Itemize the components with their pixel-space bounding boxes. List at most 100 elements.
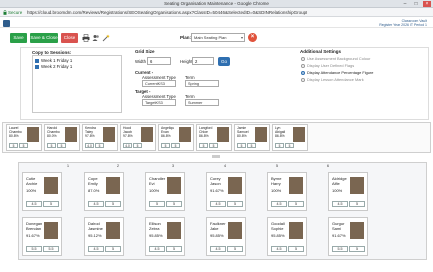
current-term-select[interactable]: Spring [185,80,219,87]
width-label: Width [135,59,146,64]
setting-option[interactable]: Display Lesson Attendance Mark [301,77,364,82]
session-label: Week 1 Friday 1 [41,58,73,63]
target-grade: 5 [227,201,243,207]
student-card[interactable]: Hood Jacob 97.8% 4.0 5 [120,124,156,151]
height-label: Height [180,59,193,64]
target-assessment-type-select[interactable]: TargetKS3 [142,99,176,106]
additional-settings-label: Additional Settings [300,49,341,54]
maximize-icon[interactable]: □ [412,1,420,7]
student-name: Lyn Abigail 86.8% [275,126,286,138]
student-name: Cope Emily [88,176,98,186]
seat-card[interactable]: Gurgur Sami 91.67% 5.5 5 [328,217,368,256]
setting-radio[interactable] [301,63,305,68]
current-grade: 4.5 [88,246,104,252]
current-assessment-type-select[interactable]: CurrentKS3 [142,80,176,87]
student-card[interactable]: Jamie Samuel 80.8% 5 5 [234,124,270,151]
setting-radio[interactable] [301,77,305,82]
session-item[interactable]: Week 1 Friday 1 [35,58,72,63]
attendance-percentage: 91.67% [26,233,40,238]
setting-radio[interactable] [301,56,305,61]
target-grade: 5 [285,143,294,148]
session-checkbox[interactable] [35,58,39,63]
student-photo [217,127,229,142]
student-card[interactable]: Kendra Taley 97.8% 4.0 5 [82,124,118,151]
width-input[interactable]: 6 [147,57,171,65]
seat-card[interactable]: Chandler Evi 100% 5 5 [145,172,185,211]
seat-card[interactable]: Goodall Sophie 95.85% 4.5 5 [267,217,307,256]
student-photo [228,177,242,194]
seat-card[interactable]: Faulkner Jake 95.85% 4.5 5 [206,217,246,256]
student-name: Harold Chambo 80.0% [47,126,60,138]
attendance-percentage: 87.0% [88,188,100,193]
current-grade: 5 [275,143,284,148]
seat-card[interactable]: Dalrod Jasmine 95.12% 4.5 5 [84,217,124,256]
url-text[interactable]: https://cloud.broomdm.com/Reviews/Regist… [27,9,307,17]
seat-card[interactable]: Aldridge Alfie 100% 4.5 5 [328,172,368,211]
student-name: Donegan Brendan [26,221,43,231]
save-button[interactable]: Save [10,33,27,43]
student-card[interactable]: Langford Chloe 86.8% 5 5 [196,124,232,151]
student-card[interactable]: Harold Chambo 80.0% 5 5 [44,124,80,151]
chevron-down-icon[interactable]: ▾ [239,33,245,42]
setting-option[interactable]: Use Assessment Background Colour [301,56,370,61]
go-button[interactable]: Go [218,57,230,66]
seat-card[interactable]: Byrne Harry 100% 4.5 5 [267,172,307,211]
column-number: 5 [275,163,279,168]
attendance-percentage: 95.85% [149,233,163,238]
student-photo [289,222,303,239]
user-subtitle: Register Year 2026 IT Period 1 [379,22,427,27]
delete-plan-icon[interactable]: × [248,33,257,42]
target-grade: 5.5 [43,246,59,252]
current-grade: 4.5 [271,246,287,252]
target-grade: 5 [133,143,142,148]
setting-option[interactable]: Display User Defined Flags [301,63,354,68]
student-name: Cutie Archie [26,176,38,186]
student-photo [350,222,364,239]
users-icon[interactable] [92,34,100,42]
current-grade: 4.5 [332,201,348,207]
session-item[interactable]: Week 2 Friday 1 [35,64,72,69]
student-photo [44,222,58,239]
target-grade: 5 [247,143,256,148]
plan-select[interactable]: Main Seating Plan [191,33,245,42]
current-grade: 5 [149,201,165,207]
setting-option-label: Display Lesson Attendance Mark [307,77,364,82]
seat-card[interactable]: Cope Emily 87.0% 4.5 5 [84,172,124,211]
close-button[interactable]: Close [61,33,78,43]
student-name: Langford Chloe 86.8% [199,126,213,138]
session-checkbox[interactable] [35,64,39,69]
student-card[interactable]: Lyn Abigail 86.8% 5 5 [272,124,308,151]
student-photo [179,127,191,142]
window-controls: – □ × [401,1,431,7]
current-grade: 4.5 [210,246,226,252]
target-grade: 5 [349,246,365,252]
session-label: Week 2 Friday 1 [41,64,73,69]
setting-option-label: Display Attendance Percentage Figure [307,70,374,75]
target-grade: 5 [19,143,28,148]
current-grade: 4.5 [271,201,287,207]
current-grade: 4.5 [210,201,226,207]
target-grade: 5 [166,201,182,207]
seat-card[interactable]: Corey Jason 91.67% 4.5 5 [206,172,246,211]
height-input[interactable]: 2 [192,57,214,65]
current-grade: 4.5 [88,201,104,207]
seat-card[interactable]: Donegan Brendan 91.67% 5.5 5.5 [22,217,62,256]
target-grade: 5 [105,201,121,207]
target-term-select[interactable]: Summer [185,99,219,106]
student-name: Goodall Sophie [271,221,285,231]
minimize-icon[interactable]: – [401,1,409,7]
setting-option[interactable]: Display Attendance Percentage Figure [301,70,373,75]
setting-radio[interactable] [301,70,305,75]
student-name: Aldridge Alfie [332,176,347,186]
seat-card[interactable]: Cutie Archie 100% 4.5 5 [22,172,62,211]
attendance-percentage: 91.67% [332,233,346,238]
seat-card[interactable]: Ellison Zebra 95.85% 4.5 5 [145,217,185,256]
student-card[interactable]: Angeliqu Evan 86.8% 5 5 [158,124,194,151]
printer-icon[interactable] [82,34,90,42]
splitter-handle[interactable] [212,155,220,158]
save-and-close-button[interactable]: Save & Close [30,33,58,43]
student-name: Jamie Samuel 80.8% [237,126,249,138]
wand-icon[interactable] [102,34,110,42]
student-card[interactable]: Laurel Chambo 80.8% 5 5 [6,124,42,151]
close-window-icon[interactable]: × [423,1,431,7]
